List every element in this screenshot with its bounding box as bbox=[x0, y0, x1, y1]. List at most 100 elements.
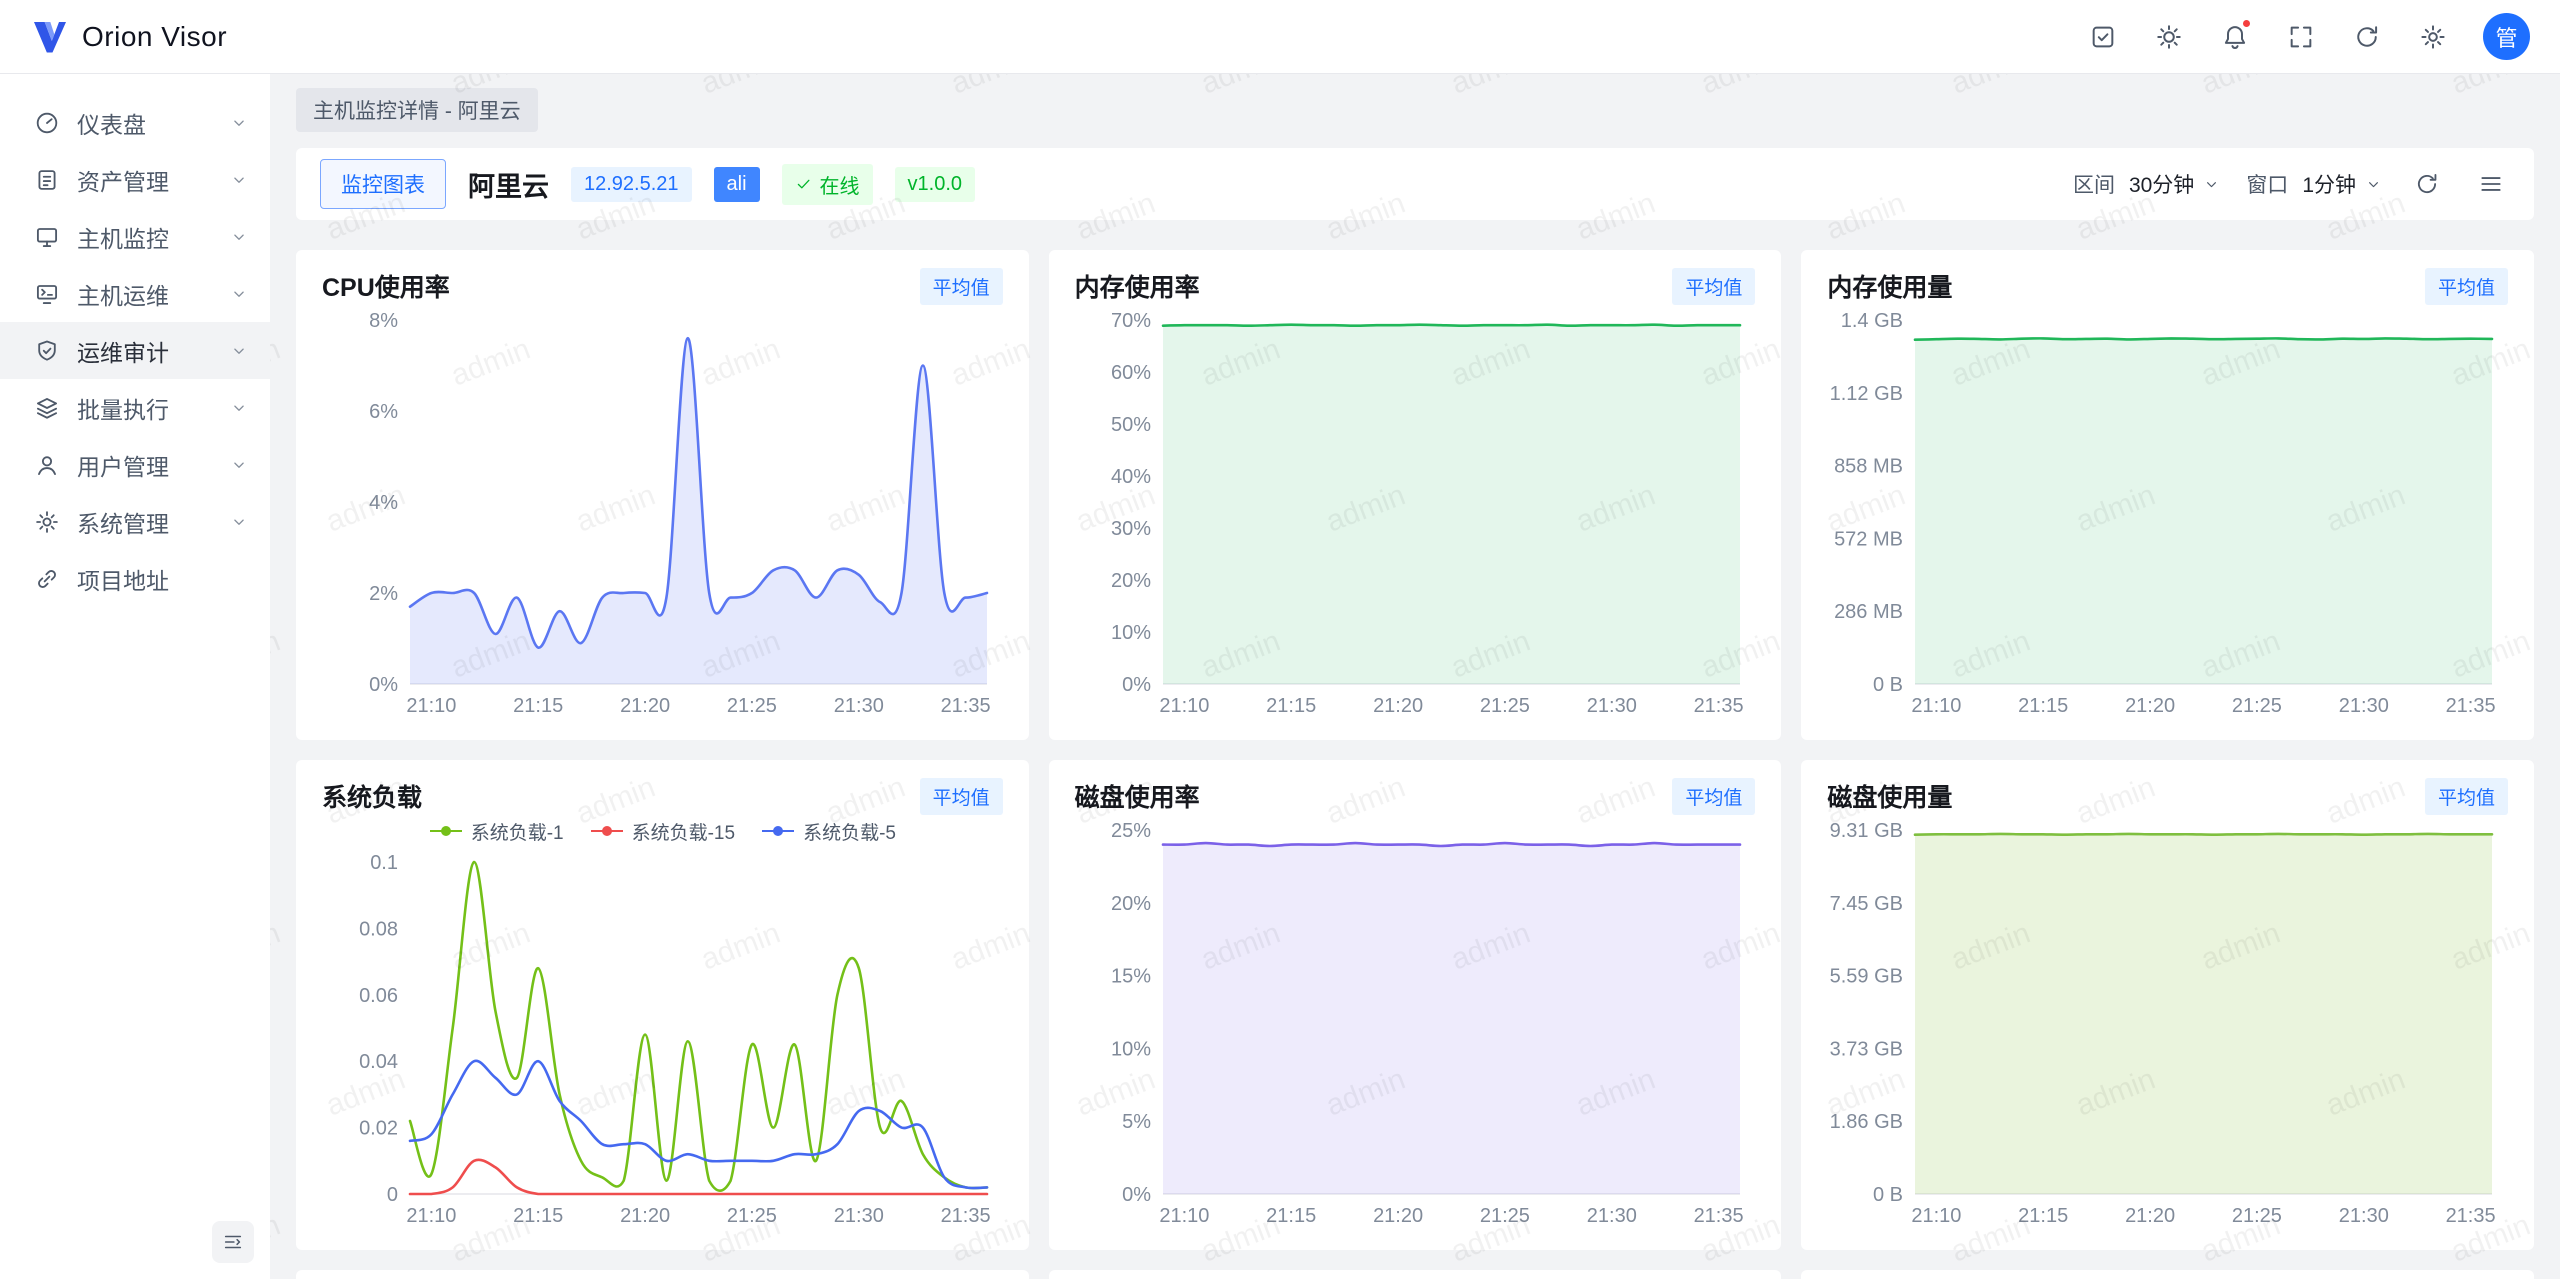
window-select-value: 1分钟 bbox=[2302, 169, 2356, 199]
svg-text:21:10: 21:10 bbox=[406, 695, 456, 717]
chart-area: 00.020.040.060.080.121:1021:1521:2021:25… bbox=[322, 852, 1003, 1230]
svg-text:21:35: 21:35 bbox=[941, 695, 991, 717]
sidebar-item-3[interactable]: 主机监控 bbox=[0, 208, 270, 265]
svg-text:21:30: 21:30 bbox=[834, 1205, 884, 1227]
next-row-partial bbox=[296, 1270, 2534, 1279]
svg-text:21:30: 21:30 bbox=[834, 695, 884, 717]
check-icon bbox=[795, 175, 813, 193]
chart-area: 0%5%10%15%20%25%21:1021:1521:2021:2521:3… bbox=[1075, 820, 1756, 1230]
charts-grid: CPU使用率平均值0%2%4%6%8%21:1021:1521:2021:252… bbox=[296, 250, 2534, 1250]
svg-text:5%: 5% bbox=[1122, 1111, 1151, 1133]
sidebar-item-label: 主机监控 bbox=[77, 220, 213, 254]
svg-text:21:10: 21:10 bbox=[1159, 1205, 1209, 1227]
svg-text:0.08: 0.08 bbox=[359, 918, 398, 940]
window-label: 窗口 bbox=[2246, 169, 2288, 199]
checklist-icon[interactable] bbox=[2075, 9, 2131, 65]
chart-card-5: 磁盘使用率平均值0%5%10%15%20%25%21:1021:1521:202… bbox=[1049, 760, 1782, 1250]
host-alias-tag: ali bbox=[714, 167, 760, 202]
legend-item[interactable]: 系统负载-15 bbox=[590, 818, 735, 845]
chevron-down-icon bbox=[2365, 176, 2382, 193]
host-status-tag: 在线 bbox=[782, 164, 873, 205]
chart-title: 磁盘使用量 bbox=[1827, 778, 1952, 814]
asset-icon bbox=[34, 167, 60, 193]
svg-text:30%: 30% bbox=[1111, 518, 1151, 540]
svg-text:60%: 60% bbox=[1111, 362, 1151, 384]
sidebar-collapse-button[interactable] bbox=[212, 1221, 254, 1263]
refresh-charts-button[interactable] bbox=[2408, 165, 2446, 203]
chart-layout-button[interactable] bbox=[2472, 165, 2510, 203]
legend-item[interactable]: 系统负载-1 bbox=[429, 818, 564, 845]
svg-text:0: 0 bbox=[387, 1184, 398, 1206]
svg-text:21:20: 21:20 bbox=[1373, 1205, 1423, 1227]
average-badge: 平均值 bbox=[1672, 268, 1755, 305]
svg-text:21:25: 21:25 bbox=[727, 1205, 777, 1227]
legend-item[interactable]: 系统负载-5 bbox=[761, 818, 896, 845]
range-select-value: 30分钟 bbox=[2129, 169, 2194, 199]
sidebar-item-6[interactable]: 批量执行 bbox=[0, 379, 270, 436]
menu-fold-icon bbox=[222, 1231, 244, 1253]
average-badge: 平均值 bbox=[2425, 268, 2508, 305]
chart-title: 磁盘使用率 bbox=[1075, 778, 1200, 814]
logo-icon bbox=[30, 17, 70, 57]
monitor-chart-button[interactable]: 监控图表 bbox=[320, 159, 446, 209]
legend-marker-icon bbox=[761, 825, 795, 837]
chevron-down-icon bbox=[230, 342, 248, 360]
svg-text:1.12 GB: 1.12 GB bbox=[1830, 383, 1903, 405]
user-avatar[interactable]: 管 bbox=[2483, 13, 2530, 60]
legend-marker-icon bbox=[429, 825, 463, 837]
sidebar-item-label: 用户管理 bbox=[77, 448, 213, 482]
sidebar-item-label: 主机运维 bbox=[77, 277, 213, 311]
chart-card-partial bbox=[296, 1270, 1029, 1279]
svg-text:8%: 8% bbox=[369, 310, 398, 332]
chevron-down-icon bbox=[230, 228, 248, 246]
range-label: 区间 bbox=[2073, 169, 2115, 199]
host-name: 阿里云 bbox=[468, 165, 549, 204]
sidebar-item-1[interactable]: 仪表盘 bbox=[0, 94, 270, 151]
sidebar-item-4[interactable]: 主机运维 bbox=[0, 265, 270, 322]
theme-icon[interactable] bbox=[2141, 9, 2197, 65]
settings-icon[interactable] bbox=[2405, 9, 2461, 65]
reload-icon[interactable] bbox=[2339, 9, 2395, 65]
svg-text:0.06: 0.06 bbox=[359, 985, 398, 1007]
breadcrumb[interactable]: 主机监控详情 - 阿里云 bbox=[296, 88, 538, 132]
svg-text:21:25: 21:25 bbox=[2232, 1205, 2282, 1227]
batch-icon bbox=[34, 395, 60, 421]
main-content: 主机监控详情 - 阿里云 监控图表 阿里云 12.92.5.21 ali 在线 … bbox=[270, 74, 2560, 1279]
users-icon bbox=[34, 452, 60, 478]
app-logo[interactable]: Orion Visor bbox=[30, 17, 227, 57]
sidebar-item-label: 资产管理 bbox=[77, 163, 213, 197]
topbar-actions: 管 bbox=[2075, 9, 2530, 65]
chart-card-3: 内存使用量平均值0 B286 MB572 MB858 MB1.12 GB1.4 … bbox=[1801, 250, 2534, 740]
notifications-icon[interactable] bbox=[2207, 9, 2263, 65]
chevron-down-icon bbox=[230, 456, 248, 474]
svg-text:21:25: 21:25 bbox=[2232, 695, 2282, 717]
svg-text:21:10: 21:10 bbox=[1159, 695, 1209, 717]
sidebar-item-5[interactable]: 运维审计 bbox=[0, 322, 270, 379]
svg-text:21:30: 21:30 bbox=[1586, 695, 1636, 717]
sidebar-item-label: 项目地址 bbox=[77, 562, 248, 596]
chart-area: 0 B1.86 GB3.73 GB5.59 GB7.45 GB9.31 GB21… bbox=[1827, 820, 2508, 1230]
window-select[interactable]: 1分钟 bbox=[2302, 169, 2382, 199]
chevron-down-icon bbox=[2203, 176, 2220, 193]
sidebar-item-9[interactable]: 项目地址 bbox=[0, 550, 270, 607]
chart-area: 0%2%4%6%8%21:1021:1521:2021:2521:3021:35 bbox=[322, 310, 1003, 720]
chevron-down-icon bbox=[230, 513, 248, 531]
svg-text:21:15: 21:15 bbox=[2018, 695, 2068, 717]
audit-icon bbox=[34, 338, 60, 364]
svg-text:21:10: 21:10 bbox=[1912, 695, 1962, 717]
svg-text:21:30: 21:30 bbox=[2339, 1205, 2389, 1227]
svg-text:21:15: 21:15 bbox=[513, 1205, 563, 1227]
svg-text:21:20: 21:20 bbox=[620, 1205, 670, 1227]
list-icon bbox=[2478, 171, 2504, 197]
chart-plot: 0 B286 MB572 MB858 MB1.12 GB1.4 GB21:102… bbox=[1827, 310, 2508, 720]
range-select[interactable]: 30分钟 bbox=[2129, 169, 2220, 199]
fullscreen-icon[interactable] bbox=[2273, 9, 2329, 65]
sidebar-item-8[interactable]: 系统管理 bbox=[0, 493, 270, 550]
sidebar-item-2[interactable]: 资产管理 bbox=[0, 151, 270, 208]
sidebar-item-7[interactable]: 用户管理 bbox=[0, 436, 270, 493]
chart-legend: 系统负载-1 系统负载-15 系统负载-5 bbox=[322, 816, 1003, 846]
svg-text:21:35: 21:35 bbox=[1693, 1205, 1743, 1227]
host-ip-tag: 12.92.5.21 bbox=[571, 167, 692, 202]
legend-marker-icon bbox=[590, 825, 624, 837]
svg-text:0 B: 0 B bbox=[1873, 674, 1903, 696]
